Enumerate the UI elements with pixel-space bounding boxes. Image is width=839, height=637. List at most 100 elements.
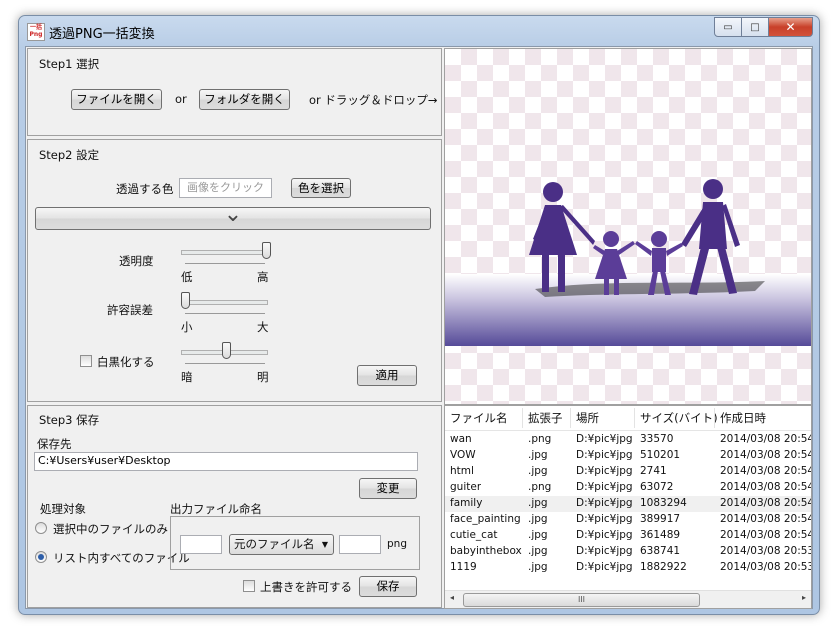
brightness-slider-thumb[interactable] [221,342,231,359]
maximize-button[interactable]: □ [741,17,769,37]
table-cell: face_painting [450,513,521,525]
table-cell: 1083294 [640,497,687,509]
output-naming-label: 出力ファイル命名 [170,502,262,516]
file-list[interactable]: ファイル名 拡張子 場所 サイズ(バイト) 作成日時 wan .png D:¥pic… [444,405,812,609]
table-cell: D:¥pic¥jpg [576,497,633,509]
blacken-checkbox[interactable] [80,355,92,367]
file-list-header: ファイル名 拡張子 場所 サイズ(バイト) 作成日時 [445,406,811,431]
window-title: 透過PNG一括変換 [49,27,155,42]
table-row[interactable]: wan .png D:¥pic¥jpg 33570 2014/03/08 20:54 [445,432,811,448]
tolerance-slider-ticks [185,313,265,317]
scroll-left-icon[interactable]: ◂ [450,593,454,602]
extension-label: png [387,538,407,550]
transparent-color-label: 透過する色 [116,182,174,196]
name-select[interactable]: 元のファイル名 ▼ [229,534,334,555]
column-header-created[interactable]: 作成日時 [720,410,766,426]
column-header-name[interactable]: ファイル名 [450,410,508,426]
table-row[interactable]: html .jpg D:¥pic¥jpg 2741 2014/03/08 20:54 [445,464,811,480]
opacity-slider-ticks [185,263,265,267]
table-cell: 1119 [450,561,477,573]
dropdown-arrow-icon: ▼ [321,540,328,549]
tolerance-large-label: 大 [257,320,269,334]
overwrite-checkbox[interactable] [243,580,255,592]
table-cell: 2014/03/08 20:53 [720,561,812,573]
step3-title: Step3 保存 [39,413,100,427]
column-header-size[interactable]: サイズ(バイト) [640,410,718,426]
table-row[interactable]: cutie_cat .jpg D:¥pic¥jpg 361489 2014/03/08 … [445,528,811,544]
table-row[interactable]: family .jpg D:¥pic¥jpg 1083294 2014/03/08 20… [445,496,811,512]
table-cell: .jpg [528,529,548,541]
maximize-icon: □ [750,21,760,33]
grip-icon: III [577,595,586,604]
table-cell: 2014/03/08 20:54 [720,449,812,461]
table-cell: 2014/03/08 20:54 [720,497,812,509]
table-cell: D:¥pic¥jpg [576,561,633,573]
table-cell: 2014/03/08 20:54 [720,513,812,525]
prefix-input[interactable] [180,535,222,554]
opacity-slider-thumb[interactable] [262,242,271,259]
scrollbar-thumb[interactable]: III [463,593,700,607]
target-label: 処理対象 [40,502,86,516]
title-bar[interactable]: 一括 Png 透過PNG一括変換 ▭ □ ✕ [19,16,819,46]
app-icon: 一括 Png [27,23,45,41]
table-cell: D:¥pic¥jpg [576,529,633,541]
table-row[interactable]: guiter .png D:¥pic¥jpg 63072 2014/03/08 20:5… [445,480,811,496]
minimize-icon: ▭ [723,21,733,33]
image-preview[interactable] [444,48,812,405]
table-cell: html [450,465,474,477]
opacity-high-label: 高 [257,270,269,284]
minimize-button[interactable]: ▭ [714,17,742,37]
all-files-radio[interactable] [35,551,47,563]
tolerance-slider-thumb[interactable] [181,292,190,309]
step2-title: Step2 設定 [39,148,100,162]
selected-only-radio[interactable] [35,522,47,534]
save-button[interactable]: 保存 [359,576,417,597]
opacity-low-label: 低 [181,270,193,284]
column-header-ext[interactable]: 拡張子 [528,410,563,426]
step1-group: Step1 選択 ファイルを開く or フォルダを開く or ドラッグ＆ドロップ… [27,48,442,136]
table-row[interactable]: babyinthebox .jpg D:¥pic¥jpg 638741 2014/03/… [445,544,811,560]
brightness-light-label: 明 [257,370,269,384]
close-icon: ✕ [785,20,796,34]
change-path-button[interactable]: 変更 [359,478,417,499]
table-cell: .jpg [528,497,548,509]
chevron-down-icon: ⌄ [223,202,243,227]
table-cell: D:¥pic¥jpg [576,481,633,493]
table-cell: .png [528,433,552,445]
horizontal-scrollbar[interactable]: ◂ III ▸ [445,590,811,608]
open-folder-button[interactable]: フォルダを開く [199,89,290,110]
save-path-input[interactable]: C:¥Users¥user¥Desktop [34,452,418,471]
brightness-dark-label: 暗 [181,370,193,384]
opacity-slider-track [181,250,268,255]
opacity-label: 透明度 [119,254,154,268]
table-cell: .jpg [528,545,548,557]
table-cell: D:¥pic¥jpg [576,449,633,461]
table-row[interactable]: 1119 .jpg D:¥pic¥jpg 1882922 2014/03/08 20:5… [445,560,811,576]
overwrite-label: 上書きを許可する [260,580,352,594]
table-cell: 2014/03/08 20:54 [720,433,812,445]
table-cell: 63072 [640,481,674,493]
output-naming-group: 元のファイル名 ▼ png [170,516,420,570]
table-row[interactable]: VOW .jpg D:¥pic¥jpg 510201 2014/03/08 20:54 [445,448,811,464]
table-cell: D:¥pic¥jpg [576,545,633,557]
suffix-input[interactable] [339,535,381,554]
table-cell: .jpg [528,465,548,477]
table-cell: babyinthebox [450,545,522,557]
apply-button[interactable]: 適用 [357,365,417,386]
table-cell: .png [528,481,552,493]
transparent-color-input[interactable]: 画像をクリック [179,178,272,198]
table-cell: 2014/03/08 20:53 [720,545,812,557]
table-row[interactable]: face_painting .jpg D:¥pic¥jpg 389917 2014/03… [445,512,811,528]
table-cell: .jpg [528,449,548,461]
table-cell: cutie_cat [450,529,498,541]
close-button[interactable]: ✕ [768,17,813,37]
open-file-button[interactable]: ファイルを開く [71,89,162,110]
scroll-right-icon[interactable]: ▸ [802,593,806,602]
drag-drop-label: or ドラッグ＆ドロップ→ [309,93,438,107]
brightness-slider-ticks [185,363,265,367]
table-cell: wan [450,433,472,445]
choose-color-button[interactable]: 色を選択 [291,178,351,198]
expand-bar-button[interactable]: ⌄ [35,204,431,230]
column-header-location[interactable]: 場所 [576,410,599,426]
table-cell: .jpg [528,513,548,525]
